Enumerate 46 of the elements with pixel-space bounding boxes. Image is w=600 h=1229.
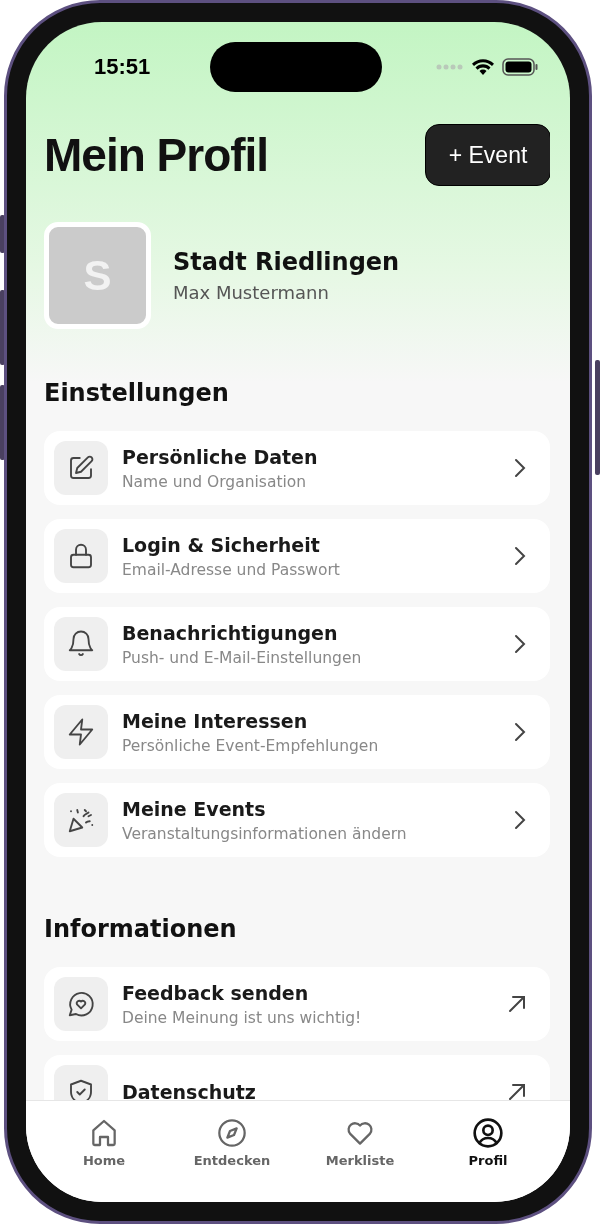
profile-subtitle: Max Mustermann — [173, 282, 330, 303]
tab-item[interactable]: Profil — [438, 1117, 538, 1168]
lightning-icon — [66, 717, 96, 747]
row-subtitle: Email-Adresse und Passwort — [122, 560, 341, 579]
page-title: Mein Profil — [44, 128, 269, 182]
row-subtitle: Name und Organisation — [122, 472, 308, 491]
row-subtitle: Deine Meinung ist uns wichtig! — [122, 1008, 363, 1027]
external-link-icon — [508, 995, 526, 1013]
row-title: Login & Sicherheit — [122, 533, 321, 556]
external-link-icon — [508, 1083, 526, 1100]
wifi-icon — [471, 58, 495, 76]
profile-name: Stadt Riedlingen — [173, 248, 400, 276]
chevron-right-icon — [514, 722, 526, 742]
tab-item[interactable]: Entdecken — [182, 1117, 282, 1168]
status-time: 15:51 — [94, 54, 152, 80]
section-title: Einstellungen — [44, 379, 230, 407]
compass-icon — [216, 1117, 248, 1149]
bell-icon — [66, 629, 96, 659]
row-title: Feedback senden — [122, 981, 310, 1004]
settings-row[interactable]: Login & Sicherheit Email-Adresse und Passwort — [44, 519, 550, 593]
profile-icon — [472, 1117, 504, 1149]
chevron-right-icon — [514, 546, 526, 566]
signal-icon — [436, 64, 464, 70]
settings-row[interactable]: Benachrichtigungen Push- und E-Mail-Einstellungen — [44, 607, 550, 681]
row-title: Persönliche Daten — [122, 445, 319, 468]
chevron-right-icon — [514, 634, 526, 654]
settings-row[interactable]: Persönliche Daten Name und Organisation — [44, 431, 550, 505]
settings-row[interactable]: Meine Interessen Persönliche Event-Empfehlungen — [44, 695, 550, 769]
settings-row[interactable]: Feedback senden Deine Meinung ist uns wichtig! — [44, 967, 550, 1041]
heart-chat-icon — [66, 989, 96, 1019]
tab-item[interactable]: Home — [54, 1117, 154, 1168]
settings-row[interactable]: Datenschutz — [44, 1055, 550, 1100]
battery-icon — [502, 58, 538, 76]
section-title: Informationen — [44, 915, 238, 943]
settings-row[interactable]: Meine Events Veranstaltungsinformationen ändern — [44, 783, 550, 857]
row-subtitle: Veranstaltungsinformationen ändern — [122, 824, 408, 843]
chevron-right-icon — [514, 810, 526, 830]
row-title: Datenschutz — [122, 1081, 257, 1100]
row-subtitle: Push- und E-Mail-Einstellungen — [122, 648, 363, 667]
tab-item[interactable]: Merkliste — [310, 1117, 410, 1168]
add-event-button[interactable]: + Event — [425, 124, 550, 186]
chevron-right-icon — [514, 458, 526, 478]
row-title: Benachrichtigungen — [122, 621, 339, 644]
row-title: Meine Interessen — [122, 709, 309, 732]
row-title: Meine Events — [122, 797, 267, 820]
row-subtitle: Persönliche Event-Empfehlungen — [122, 736, 380, 755]
